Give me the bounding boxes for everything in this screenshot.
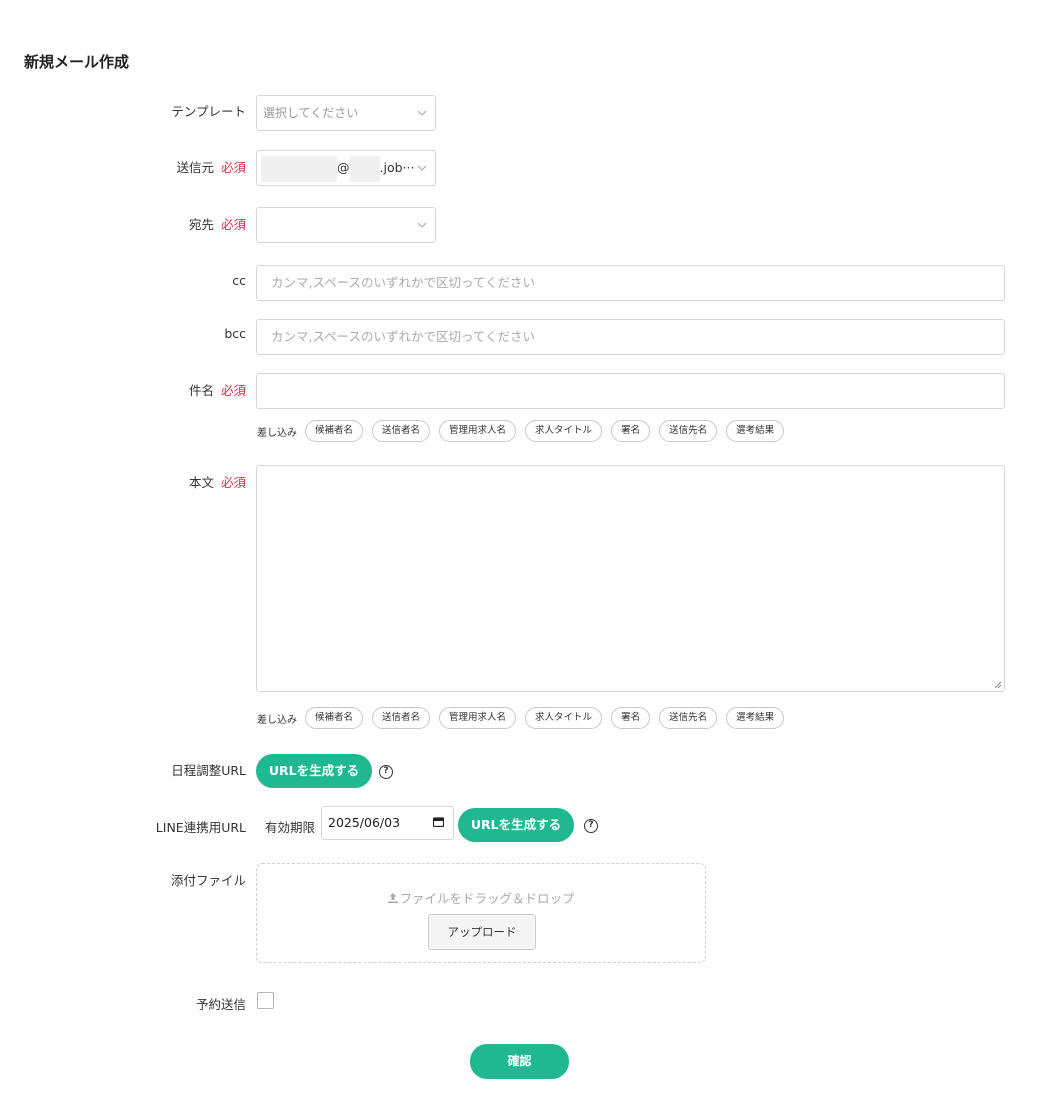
template-select-placeholder: 選択してください [263,106,359,120]
template-select[interactable]: 選択してください [256,95,436,131]
from-select[interactable]: @ .job··· [256,150,436,186]
upload-icon [388,893,399,904]
insert-chip-candidate-name[interactable]: 候補者名 [305,420,364,442]
insert-chip-sender-name[interactable]: 送信者名 [372,707,431,729]
insert-chip-internal-job-name[interactable]: 管理用求人名 [439,420,517,442]
redacted-block [261,155,337,182]
help-icon[interactable]: ? [379,765,393,779]
insert-chip-internal-job-name[interactable]: 管理用求人名 [439,707,517,729]
expiry-label: 有効期限 [265,820,316,835]
chevron-down-icon [417,165,427,171]
insert-chip-selection-result[interactable]: 選考結果 [726,707,785,729]
calendar-icon[interactable] [433,817,444,827]
redacted-block [349,155,380,182]
cc-input[interactable]: カンマ,スペースのいずれかで区切ってください [256,265,1005,301]
body-textarea[interactable] [256,465,1005,692]
expiry-date-input[interactable]: 2025/06/03 [321,806,454,840]
insert-chip-recipient-name[interactable]: 送信先名 [659,420,718,442]
line-url-label: LINE連携用URL [155,820,246,835]
body-label: 本文 必須 [188,475,246,490]
insert-chip-signature[interactable]: 署名 [611,420,651,442]
body-insert-row: 差し込み 候補者名 送信者名 管理用求人名 求人タイトル 署名 送信先名 選考結… [257,707,793,729]
file-dropzone[interactable]: ファイルをドラッグ＆ドロップ アップロード [256,863,706,963]
required-badge: 必須 [220,160,246,175]
generate-line-url-button[interactable]: URLを生成する [458,808,574,842]
from-at: @ [337,160,350,175]
from-label: 送信元 必須 [176,160,246,175]
to-select[interactable] [256,207,436,243]
page-title: 新規メール作成 [24,53,130,71]
insert-chip-signature[interactable]: 署名 [611,707,651,729]
subject-label: 件名 必須 [188,383,246,398]
bcc-input[interactable]: カンマ,スペースのいずれかで区切ってください [256,319,1005,355]
scheduled-send-label: 予約送信 [195,997,246,1012]
insert-chip-candidate-name[interactable]: 候補者名 [305,707,364,729]
insert-chip-job-title[interactable]: 求人タイトル [525,707,603,729]
required-badge: 必須 [220,475,246,490]
resize-handle-icon[interactable] [993,680,1002,689]
required-badge: 必須 [220,383,246,398]
template-label: テンプレート [171,104,246,119]
insert-chip-recipient-name[interactable]: 送信先名 [659,707,718,729]
schedule-url-label: 日程調整URL [171,763,246,778]
cc-label: cc [232,273,246,288]
from-domain: .job··· [379,160,415,175]
chevron-down-icon [417,110,427,116]
scheduled-send-checkbox[interactable] [257,992,274,1009]
expiry-date-value: 2025/06/03 [328,815,401,830]
attachment-label: 添付ファイル [170,873,246,888]
cc-placeholder: カンマ,スペースのいずれかで区切ってください [271,275,535,290]
subject-insert-row: 差し込み 候補者名 送信者名 管理用求人名 求人タイトル 署名 送信先名 選考結… [257,420,793,442]
insert-chip-selection-result[interactable]: 選考結果 [726,420,785,442]
generate-schedule-url-button[interactable]: URLを生成する [256,754,372,788]
chevron-down-icon [417,222,427,228]
bcc-placeholder: カンマ,スペースのいずれかで区切ってください [271,329,535,344]
bcc-label: bcc [224,326,246,341]
confirm-button[interactable]: 確認 [470,1044,569,1079]
dropzone-text: ファイルをドラッグ＆ドロップ [257,888,705,907]
insert-chip-sender-name[interactable]: 送信者名 [372,420,431,442]
help-icon[interactable]: ? [584,819,598,833]
insert-chip-job-title[interactable]: 求人タイトル [525,420,603,442]
insert-label: 差し込み [257,714,297,726]
insert-label: 差し込み [257,427,297,439]
subject-input[interactable] [256,373,1005,409]
upload-button[interactable]: アップロード [428,914,536,950]
required-badge: 必須 [220,217,246,232]
to-label: 宛先 必須 [188,217,246,232]
